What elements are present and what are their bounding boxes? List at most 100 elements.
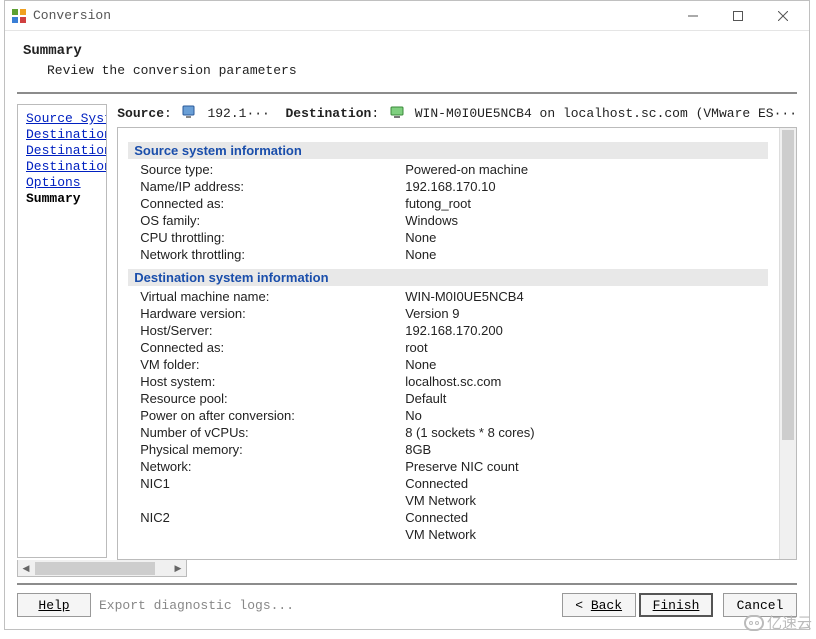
summary-value: VM Network	[405, 492, 768, 509]
wizard-step-link[interactable]: Destination System	[26, 127, 98, 143]
summary-key: Power on after conversion:	[140, 407, 405, 424]
summary-value: Preserve NIC count	[405, 458, 768, 475]
footer: Help Export diagnostic logs... < Back Fi…	[5, 585, 809, 627]
summary-value: 8 (1 sockets * 8 cores)	[405, 424, 768, 441]
summary-value: WIN-M0I0UE5NCB4	[405, 288, 768, 305]
maximize-button[interactable]	[715, 2, 760, 30]
minimize-button[interactable]	[670, 2, 715, 30]
summary-row: Network throttling:None	[128, 246, 768, 263]
scroll-left-arrow[interactable]: ◀	[18, 561, 34, 576]
page-subtitle: Review the conversion parameters	[23, 63, 791, 78]
summary-key: Connected as:	[140, 339, 405, 356]
summary-key: Network:	[140, 458, 405, 475]
summary-value: localhost.sc.com	[405, 373, 768, 390]
summary-value: 192.168.170.10	[405, 178, 768, 195]
summary-row: Resource pool:Default	[128, 390, 768, 407]
summary-row: OS family:Windows	[128, 212, 768, 229]
destination-value: WIN-M0I0UE5NCB4 on localhost.sc.com (VMw…	[415, 106, 797, 121]
summary-value: futong_root	[405, 195, 768, 212]
close-button[interactable]	[760, 2, 805, 30]
source-value: 192.1···	[207, 106, 269, 121]
section-header: Source system information	[128, 142, 768, 159]
help-button[interactable]: Help	[17, 593, 91, 617]
wizard-step-link[interactable]: Destination Location	[26, 159, 98, 175]
back-button[interactable]: < Back	[562, 593, 636, 617]
summary-key: Source type:	[140, 161, 405, 178]
summary-row: Name/IP address:192.168.170.10	[128, 178, 768, 195]
summary-row: Number of vCPUs:8 (1 sockets * 8 cores)	[128, 424, 768, 441]
scrollbar-thumb[interactable]	[782, 130, 794, 440]
finish-button[interactable]: Finish	[639, 593, 713, 617]
nav-horizontal-scrollbar[interactable]: ◀ ▶	[17, 560, 187, 577]
summary-value: Windows	[405, 212, 768, 229]
summary-key: Network throttling:	[140, 246, 405, 263]
scroll-right-arrow[interactable]: ▶	[170, 561, 186, 576]
source-destination-line: Source: 192.1··· Destination: WIN-M0I0UE…	[117, 100, 797, 127]
summary-row: VM folder:None	[128, 356, 768, 373]
watermark-text: 亿速云	[767, 612, 812, 633]
window-title: Conversion	[33, 8, 670, 23]
summary-row: Connected as:root	[128, 339, 768, 356]
watermark-cloud-icon	[744, 615, 764, 631]
wizard-step-link: Summary	[26, 191, 98, 207]
summary-row: Physical memory:8GB	[128, 441, 768, 458]
summary-row: VM Network	[128, 526, 768, 543]
window-controls	[670, 2, 805, 30]
page-title: Summary	[23, 43, 791, 59]
section-header: Destination system information	[128, 269, 768, 286]
summary-key: NIC2	[140, 509, 405, 526]
summary-row: Source type:Powered-on machine	[128, 161, 768, 178]
wizard-step-link[interactable]: Options	[26, 175, 98, 191]
source-label: Source	[117, 106, 164, 121]
summary-key: Name/IP address:	[140, 178, 405, 195]
summary-row: Connected as:futong_root	[128, 195, 768, 212]
summary-value: None	[405, 246, 768, 263]
destination-label: Destination	[285, 106, 371, 121]
source-machine-icon	[182, 104, 198, 120]
scroll-track[interactable]	[34, 562, 170, 575]
conversion-window: Conversion Summary Review the conversion…	[4, 0, 810, 630]
export-logs-link[interactable]: Export diagnostic logs...	[99, 598, 294, 613]
hscroll-thumb[interactable]	[35, 562, 155, 575]
summary-value: Version 9	[405, 305, 768, 322]
page-header: Summary Review the conversion parameters	[5, 31, 809, 88]
summary-key: Hardware version:	[140, 305, 405, 322]
app-icon	[11, 8, 27, 24]
wizard-body: Source SystemDestination SystemDestinati…	[5, 100, 809, 560]
summary-key: CPU throttling:	[140, 229, 405, 246]
summary-value: Default	[405, 390, 768, 407]
summary-key: OS family:	[140, 212, 405, 229]
summary-value: Powered-on machine	[405, 161, 768, 178]
summary-row: Hardware version:Version 9	[128, 305, 768, 322]
summary-row: CPU throttling:None	[128, 229, 768, 246]
summary-value: VM Network	[405, 526, 768, 543]
summary-value: Connected	[405, 475, 768, 492]
summary-row: VM Network	[128, 492, 768, 509]
wizard-nav: Source SystemDestination SystemDestinati…	[17, 104, 107, 558]
summary-row: Host system:localhost.sc.com	[128, 373, 768, 390]
summary-key: Resource pool:	[140, 390, 405, 407]
titlebar: Conversion	[5, 1, 809, 31]
summary-key	[140, 526, 405, 543]
summary-row: Virtual machine name:WIN-M0I0UE5NCB4	[128, 288, 768, 305]
vertical-scrollbar[interactable]	[779, 128, 796, 559]
summary-row: NIC1Connected	[128, 475, 768, 492]
summary-key: VM folder:	[140, 356, 405, 373]
summary-key: Host system:	[140, 373, 405, 390]
summary-key: Virtual machine name:	[140, 288, 405, 305]
wizard-step-link[interactable]: Destination Virtual Machine	[26, 143, 98, 159]
summary-value: 8GB	[405, 441, 768, 458]
summary-row: Power on after conversion:No	[128, 407, 768, 424]
summary-key: NIC1	[140, 475, 405, 492]
summary-value: root	[405, 339, 768, 356]
summary-value: None	[405, 356, 768, 373]
summary-panel: Source system informationSource type:Pow…	[117, 127, 797, 560]
header-divider	[17, 92, 797, 94]
summary-key: Number of vCPUs:	[140, 424, 405, 441]
destination-vm-icon	[389, 104, 405, 120]
summary-key: Physical memory:	[140, 441, 405, 458]
wizard-step-link[interactable]: Source System	[26, 111, 98, 127]
summary-key	[140, 492, 405, 509]
summary-key: Connected as:	[140, 195, 405, 212]
summary-key: Host/Server:	[140, 322, 405, 339]
